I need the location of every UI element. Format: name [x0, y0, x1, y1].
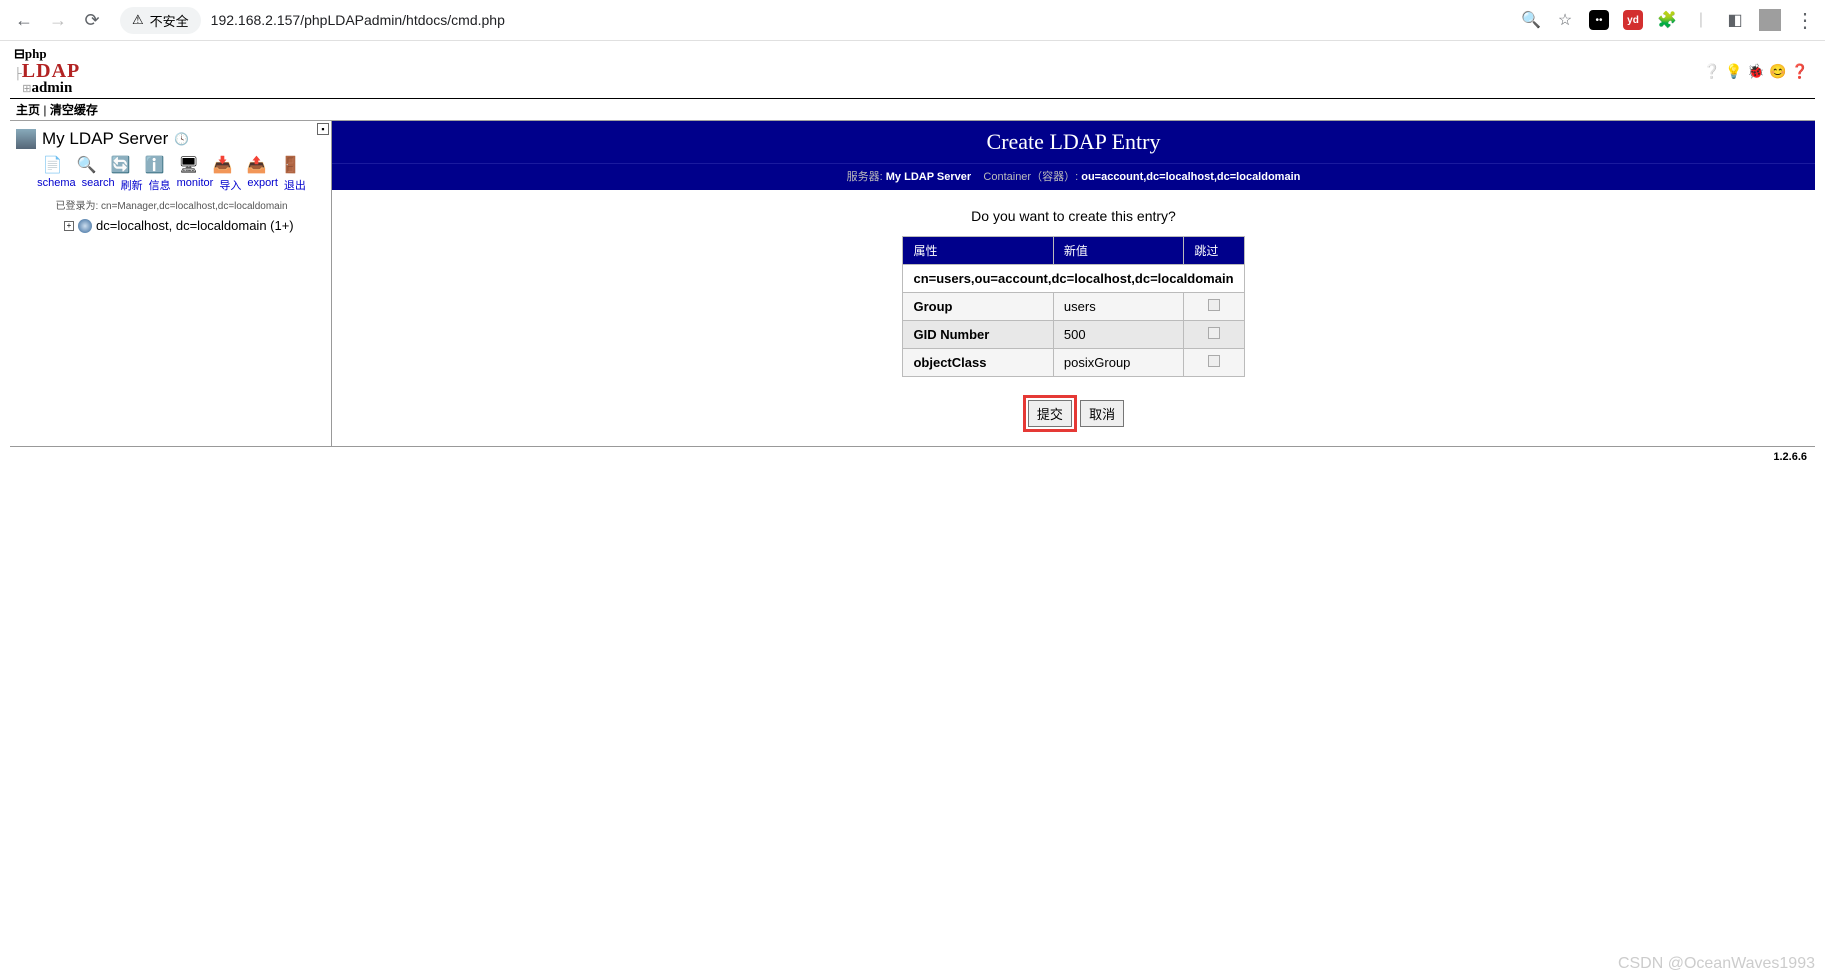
link-search[interactable]: search — [82, 177, 115, 193]
attr-cell: Group — [903, 293, 1053, 321]
sidepanel-icon[interactable]: ◧ — [1725, 10, 1745, 30]
main-layout: ▪ My LDAP Server 🕓 📄 🔍 🔄 ℹ️ 🖥 📥 📤 🚪 sche… — [10, 121, 1815, 447]
security-chip[interactable]: ⚠ 不安全 — [120, 7, 201, 34]
bookmark-star-icon[interactable]: ☆ — [1555, 10, 1575, 30]
table-row: objectClass posixGroup — [903, 349, 1244, 377]
sidebar: ▪ My LDAP Server 🕓 📄 🔍 🔄 ℹ️ 🖥 📥 📤 🚪 sche… — [10, 121, 332, 446]
phpldapadmin-logo: ⊟php ├LDAP ⊞admin — [14, 47, 80, 96]
extensions-puzzle-icon[interactable]: 🧩 — [1657, 10, 1677, 30]
clock-icon[interactable]: 🕓 — [174, 132, 189, 146]
info-icon[interactable]: ❓ — [1791, 63, 1809, 81]
security-label: 不安全 — [150, 11, 189, 30]
sidebar-action-links: schema search 刷新 信息 monitor 导入 export 退出 — [16, 177, 327, 193]
link-info[interactable]: 信息 — [149, 177, 171, 193]
address-bar[interactable]: 192.168.2.157/phpLDAPadmin/htdocs/cmd.ph… — [211, 12, 1515, 28]
forward-button[interactable]: → — [44, 6, 72, 34]
content-area: Create LDAP Entry 服务器: My LDAP Server Co… — [332, 121, 1815, 446]
dn-cell: cn=users,ou=account,dc=localhost,dc=loca… — [903, 265, 1244, 293]
export-icon[interactable]: 📤 — [247, 155, 267, 175]
dn-row: cn=users,ou=account,dc=localhost,dc=loca… — [903, 265, 1244, 293]
search-icon[interactable]: 🔍 — [77, 155, 97, 175]
tree-node-label: dc=localhost, dc=localdomain (1+) — [96, 218, 294, 233]
info-icon[interactable]: ℹ️ — [145, 155, 165, 175]
version-label: 1.2.6.6 — [10, 447, 1815, 467]
page-title: Create LDAP Entry — [332, 121, 1815, 163]
confirm-prompt: Do you want to create this entry? — [332, 208, 1815, 224]
skip-checkbox[interactable] — [1208, 355, 1220, 367]
submit-highlight: 提交 — [1023, 395, 1077, 432]
bug-icon[interactable]: 🐞 — [1747, 63, 1765, 81]
tree-node-icon — [78, 219, 92, 233]
tree-node-root[interactable]: + dc=localhost, dc=localdomain (1+) — [64, 218, 327, 233]
ldap-tree: + dc=localhost, dc=localdomain (1+) — [16, 218, 327, 233]
import-icon[interactable]: 📥 — [213, 155, 233, 175]
header-row: ⊟php ├LDAP ⊞admin ❔ 💡 🐞 😊 ❓ — [10, 41, 1815, 98]
link-export[interactable]: export — [247, 177, 278, 193]
col-skip: 跳过 — [1184, 237, 1244, 265]
server-name: My LDAP Server — [42, 129, 168, 149]
logged-in-as: 已登录为: cn=Manager,dc=localhost,dc=localdo… — [16, 197, 327, 212]
submit-button[interactable]: 提交 — [1028, 400, 1072, 427]
attr-cell: GID Number — [903, 321, 1053, 349]
help-icon[interactable]: ❔ — [1703, 63, 1721, 81]
watermark: CSDN @OceanWaves1993 — [1618, 955, 1815, 973]
nav-purge[interactable]: 清空缓存 — [50, 103, 98, 117]
link-monitor[interactable]: monitor — [177, 177, 214, 193]
val-cell: users — [1053, 293, 1183, 321]
nav-home[interactable]: 主页 — [16, 103, 40, 117]
back-button[interactable]: ← — [10, 6, 38, 34]
table-row: Group users — [903, 293, 1244, 321]
monitor-icon[interactable]: 🖥 — [179, 155, 199, 175]
logout-icon[interactable]: 🚪 — [281, 155, 301, 175]
reload-button[interactable]: ⟳ — [78, 6, 106, 34]
zoom-icon[interactable]: 🔍 — [1521, 10, 1541, 30]
col-attr: 属性 — [903, 237, 1053, 265]
col-newval: 新值 — [1053, 237, 1183, 265]
server-icon — [16, 129, 36, 149]
entry-table: 属性 新值 跳过 cn=users,ou=account,dc=localhos… — [902, 236, 1244, 377]
val-cell: 500 — [1053, 321, 1183, 349]
divider-icon: | — [1691, 10, 1711, 30]
profile-avatar[interactable] — [1759, 9, 1781, 31]
skip-checkbox[interactable] — [1208, 299, 1220, 311]
chrome-menu-icon[interactable]: ⋮ — [1795, 8, 1815, 33]
header-icons: ❔ 💡 🐞 😊 ❓ — [1703, 63, 1815, 81]
browser-toolbar: ← → ⟳ ⚠ 不安全 192.168.2.157/phpLDAPadmin/h… — [0, 0, 1825, 41]
val-cell: posixGroup — [1053, 349, 1183, 377]
link-schema[interactable]: schema — [37, 177, 76, 193]
cancel-button[interactable]: 取消 — [1080, 400, 1124, 427]
warning-icon: ⚠ — [132, 12, 144, 28]
link-logout[interactable]: 退出 — [284, 177, 306, 193]
smiley-icon[interactable]: 😊 — [1769, 63, 1787, 81]
table-row: GID Number 500 — [903, 321, 1244, 349]
server-title: My LDAP Server 🕓 — [16, 129, 327, 149]
lightbulb-icon[interactable]: 💡 — [1725, 63, 1743, 81]
link-refresh[interactable]: 刷新 — [121, 177, 143, 193]
attr-cell: objectClass — [903, 349, 1053, 377]
tree-expand-icon[interactable]: + — [64, 221, 74, 231]
skip-checkbox[interactable] — [1208, 327, 1220, 339]
sidebar-collapse-button[interactable]: ▪ — [317, 123, 329, 135]
sidebar-action-icons: 📄 🔍 🔄 ℹ️ 🖥 📥 📤 🚪 — [16, 155, 327, 175]
schema-icon[interactable]: 📄 — [43, 155, 63, 175]
refresh-icon[interactable]: 🔄 — [111, 155, 131, 175]
top-nav: 主页 | 清空缓存 — [10, 98, 1815, 121]
button-row: 提交 取消 — [332, 395, 1815, 432]
link-import[interactable]: 导入 — [219, 177, 241, 193]
extension-1-icon[interactable]: •• — [1589, 10, 1609, 30]
extension-yd-icon[interactable]: yd — [1623, 10, 1643, 30]
context-bar: 服务器: My LDAP Server Container（容器）: ou=ac… — [332, 163, 1815, 190]
